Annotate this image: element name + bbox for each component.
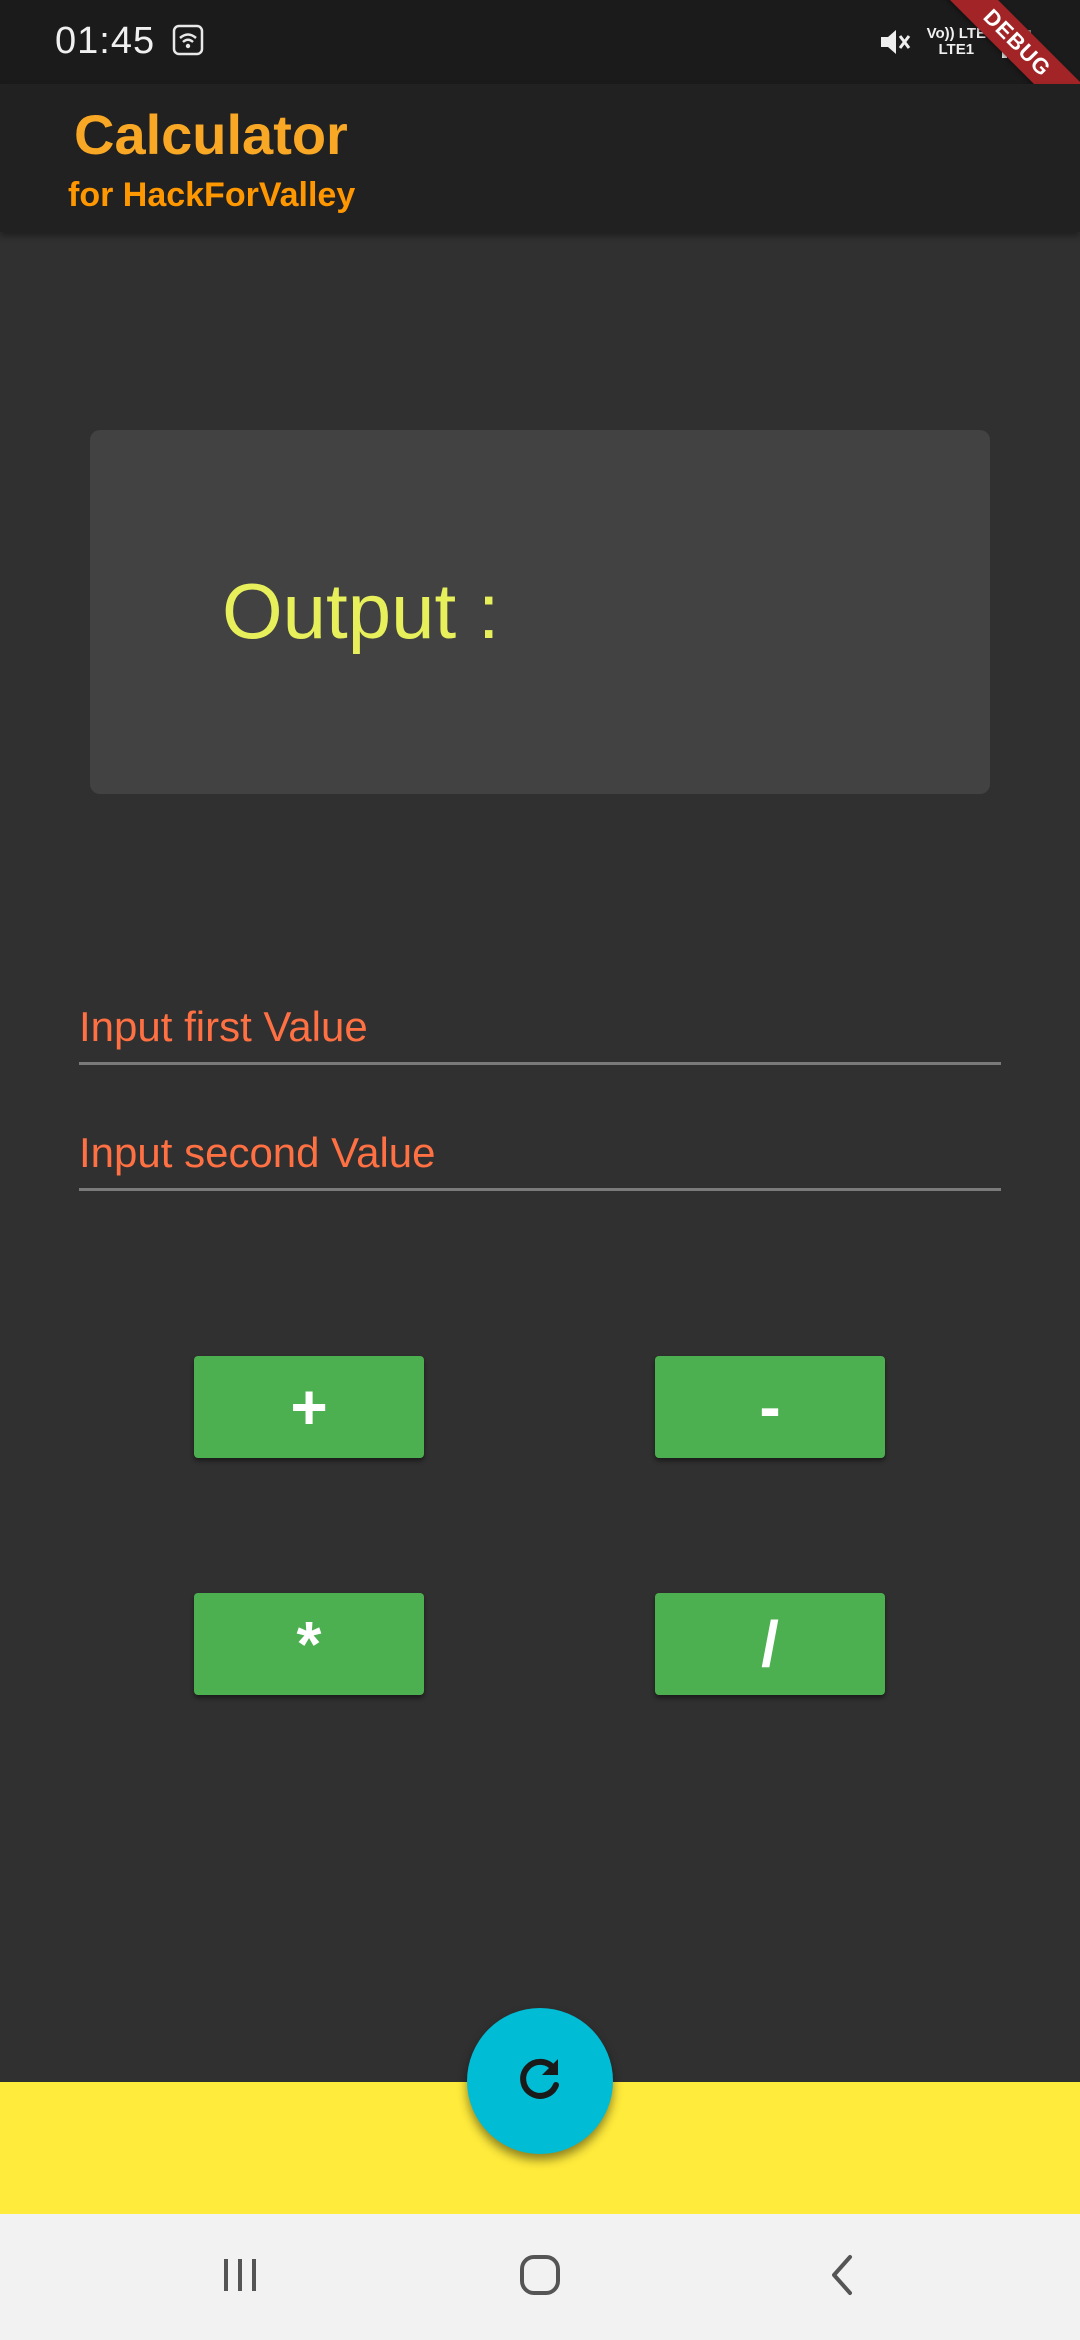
calculator-screen: 01:45 Vo)) LTE LTE1 DEBUG Calculator for… <box>0 0 1080 2340</box>
status-time: 01:45 <box>55 20 156 62</box>
back-icon <box>820 2251 868 2304</box>
refresh-icon <box>512 2051 568 2112</box>
status-bar: 01:45 Vo)) LTE LTE1 DEBUG <box>0 0 1080 144</box>
network-label-line2: LTE1 <box>938 41 975 58</box>
app-title: Calculator <box>74 103 348 166</box>
back-button[interactable] <box>804 2244 884 2310</box>
first-value-field[interactable] <box>79 977 1001 1065</box>
output-label: Output : <box>222 567 500 655</box>
system-nav-bar <box>0 2214 1080 2340</box>
first-value-input[interactable] <box>79 977 1001 1062</box>
app-bar: Calculator for HackForValley <box>0 84 1080 232</box>
subtract-button[interactable]: - <box>655 1356 885 1458</box>
recents-icon <box>216 2251 264 2304</box>
network-label: Vo)) LTE LTE1 <box>927 26 986 58</box>
divide-button[interactable]: / <box>655 1593 885 1695</box>
app-subtitle: for HackForValley <box>68 176 356 214</box>
output-card: Output : <box>90 430 990 794</box>
second-value-input[interactable] <box>79 1103 1001 1188</box>
add-button[interactable]: + <box>194 1356 424 1458</box>
refresh-button[interactable] <box>467 2008 613 2154</box>
second-value-field[interactable] <box>79 1103 1001 1191</box>
multiply-button[interactable]: * <box>194 1593 424 1695</box>
home-button[interactable] <box>500 2244 580 2310</box>
wifi-icon <box>172 24 204 56</box>
home-icon <box>516 2251 564 2304</box>
recents-button[interactable] <box>200 2244 280 2310</box>
mute-icon <box>877 24 913 60</box>
